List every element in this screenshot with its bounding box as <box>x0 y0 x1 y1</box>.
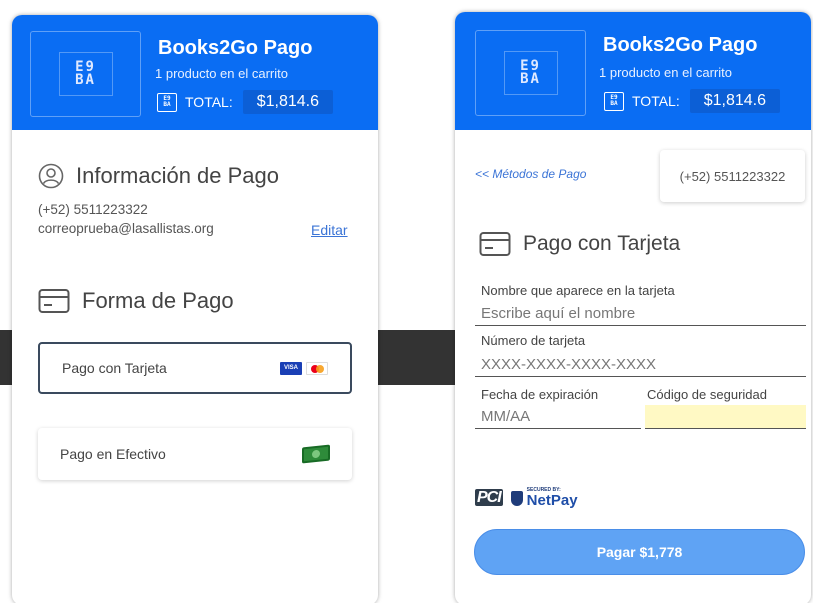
total-value: $1,814.6 <box>689 89 780 113</box>
credit-card-icon <box>479 232 511 256</box>
background-divider <box>0 330 12 385</box>
edit-contact-link[interactable]: Editar <box>311 222 348 238</box>
payment-info-title: Información de Pago <box>38 163 279 189</box>
checkout-header: E9 BA Books2Go Pago 1 producto en el car… <box>455 12 811 130</box>
cart-count: 1 producto en el carrito <box>155 66 288 81</box>
card-brands-icon: VISA <box>280 361 328 375</box>
card-number-label: Número de tarjeta <box>481 333 586 348</box>
checkout-title: Books2Go Pago <box>603 34 758 56</box>
payment-info-panel: E9 BA Books2Go Pago 1 producto en el car… <box>12 15 378 603</box>
card-cvv-label: Código de seguridad <box>647 387 767 402</box>
card-name-label: Nombre que aparece en la tarjeta <box>481 283 675 298</box>
checkout-header: E9 BA Books2Go Pago 1 producto en el car… <box>12 15 378 130</box>
cart-total: E9 BA TOTAL: $1,814.6 <box>157 90 333 114</box>
shield-icon <box>510 490 523 506</box>
contact-phone: (+52) 5511223322 <box>679 168 786 184</box>
background-divider <box>378 330 455 385</box>
credit-card-icon <box>38 289 70 313</box>
cash-payment-label: Pago en Efectivo <box>60 446 166 462</box>
contact-phone-box: (+52) 5511223322 <box>660 150 805 202</box>
store-logo: E9 BA <box>475 30 586 116</box>
total-value: $1,814.6 <box>242 90 333 114</box>
pci-badge: PCI <box>475 489 503 506</box>
card-number-input[interactable] <box>475 353 806 377</box>
card-expiry-label: Fecha de expiración <box>481 387 599 402</box>
cart-total: E9 BA TOTAL: $1,814.6 <box>604 89 780 113</box>
store-logo: E9 BA <box>30 31 141 117</box>
card-name-input[interactable] <box>475 302 806 326</box>
total-label: TOTAL: <box>185 94 233 110</box>
card-payment-option[interactable]: Pago con Tarjeta VISA <box>38 342 352 394</box>
logo-icon: E9 BA <box>75 59 96 88</box>
payment-method-title: Forma de Pago <box>38 288 234 314</box>
security-badges: PCI SECURED BY: NetPay <box>475 488 578 508</box>
contact-phone: (+52) 5511223322 <box>38 202 148 217</box>
card-payment-label: Pago con Tarjeta <box>62 360 167 376</box>
cash-icon <box>302 444 330 464</box>
mastercard-icon <box>306 361 328 375</box>
contact-email: correoprueba@lasallistas.org <box>38 221 214 236</box>
pay-button[interactable]: Pagar $1,778 <box>474 529 805 575</box>
mini-logo-icon: E9 BA <box>604 91 624 111</box>
visa-icon: VISA <box>280 361 302 375</box>
user-icon <box>38 163 64 189</box>
back-to-methods-link[interactable]: << Métodos de Pago <box>475 167 586 181</box>
total-label: TOTAL: <box>632 93 680 109</box>
card-payment-panel: E9 BA Books2Go Pago 1 producto en el car… <box>455 12 811 603</box>
netpay-badge: SECURED BY: NetPay <box>510 488 578 508</box>
cart-count: 1 producto en el carrito <box>599 65 732 80</box>
mini-logo-icon: E9 BA <box>157 92 177 112</box>
logo-icon: E9 BA <box>520 58 541 87</box>
card-payment-title: Pago con Tarjeta <box>479 231 680 257</box>
card-expiry-input[interactable] <box>475 405 641 429</box>
cash-payment-option[interactable]: Pago en Efectivo <box>38 428 352 480</box>
checkout-title: Books2Go Pago <box>158 37 313 59</box>
card-cvv-input[interactable] <box>645 405 806 429</box>
